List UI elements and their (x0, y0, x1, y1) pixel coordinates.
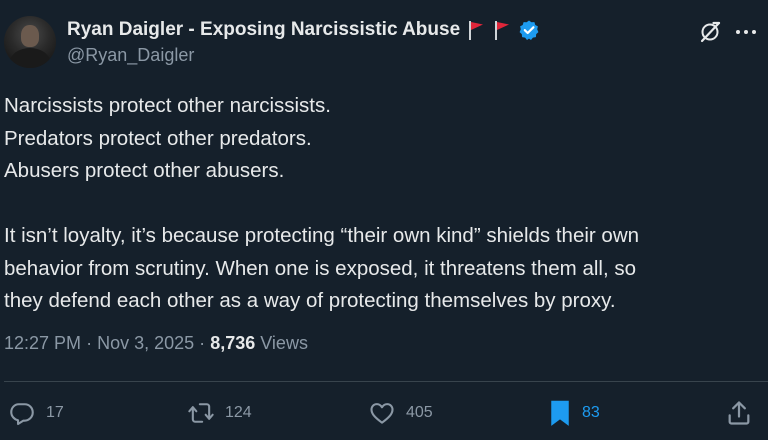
views-label: Views (260, 333, 308, 353)
reply-icon (8, 399, 36, 427)
reply-button[interactable]: 17 (8, 395, 64, 431)
bookmark-button[interactable]: 83 (548, 395, 600, 431)
reply-count: 17 (46, 404, 64, 421)
red-flag-icon (492, 19, 512, 41)
avatar[interactable] (4, 16, 56, 68)
avatar-shoulders (10, 48, 50, 68)
display-name[interactable]: Ryan Daigler - Exposing Narcissistic Abu… (67, 19, 460, 41)
like-icon (368, 399, 396, 427)
avatar-face (21, 25, 39, 47)
like-button[interactable]: 405 (368, 395, 433, 431)
tweet-line: It isn’t loyalty, it’s because protectin… (4, 224, 640, 247)
tweet-header: Ryan Daigler - Exposing Narcissistic Abu… (0, 0, 768, 80)
tweet-line: Abusers protect other abusers. (4, 159, 285, 182)
retweet-count: 124 (225, 404, 252, 421)
share-icon (725, 399, 753, 427)
bookmark-count: 83 (582, 404, 600, 421)
tweet-line: behavior from scrutiny. When one is expo… (4, 256, 637, 280)
like-count: 405 (406, 404, 433, 421)
bookmark-icon (548, 399, 572, 427)
name-row: Ryan Daigler - Exposing Narcissistic Abu… (67, 16, 540, 44)
views-count: 8,736 (210, 333, 256, 353)
retweet-button[interactable]: 124 (187, 395, 252, 431)
tweet-line: Narcissists protect other narcissists. (4, 94, 331, 117)
red-flag-icon (466, 19, 486, 41)
tweet-card: Ryan Daigler - Exposing Narcissistic Abu… (0, 0, 768, 440)
meta-separator: · (86, 333, 93, 353)
verified-badge-icon (518, 19, 540, 41)
tweet-line: Predators protect other predators. (4, 126, 312, 150)
tweet-line: they defend each other as a way of prote… (4, 289, 616, 312)
action-bar: 17 124 405 83 (0, 395, 768, 431)
retweet-icon (187, 399, 215, 427)
more-icon[interactable] (733, 20, 759, 44)
tweet-meta: 12:27 PM · Nov 3, 2025 · 8,736 Views (4, 333, 308, 354)
share-button[interactable] (725, 395, 753, 431)
tweet-date[interactable]: Nov 3, 2025 (97, 333, 194, 353)
meta-separator: · (199, 333, 206, 353)
grok-icon[interactable] (698, 20, 722, 44)
tweet-time[interactable]: 12:27 PM (4, 333, 81, 353)
tweet-text: Narcissists protect other narcissists. P… (4, 90, 762, 318)
author-handle[interactable]: @Ryan_Daigler (67, 45, 194, 66)
divider (4, 381, 768, 382)
